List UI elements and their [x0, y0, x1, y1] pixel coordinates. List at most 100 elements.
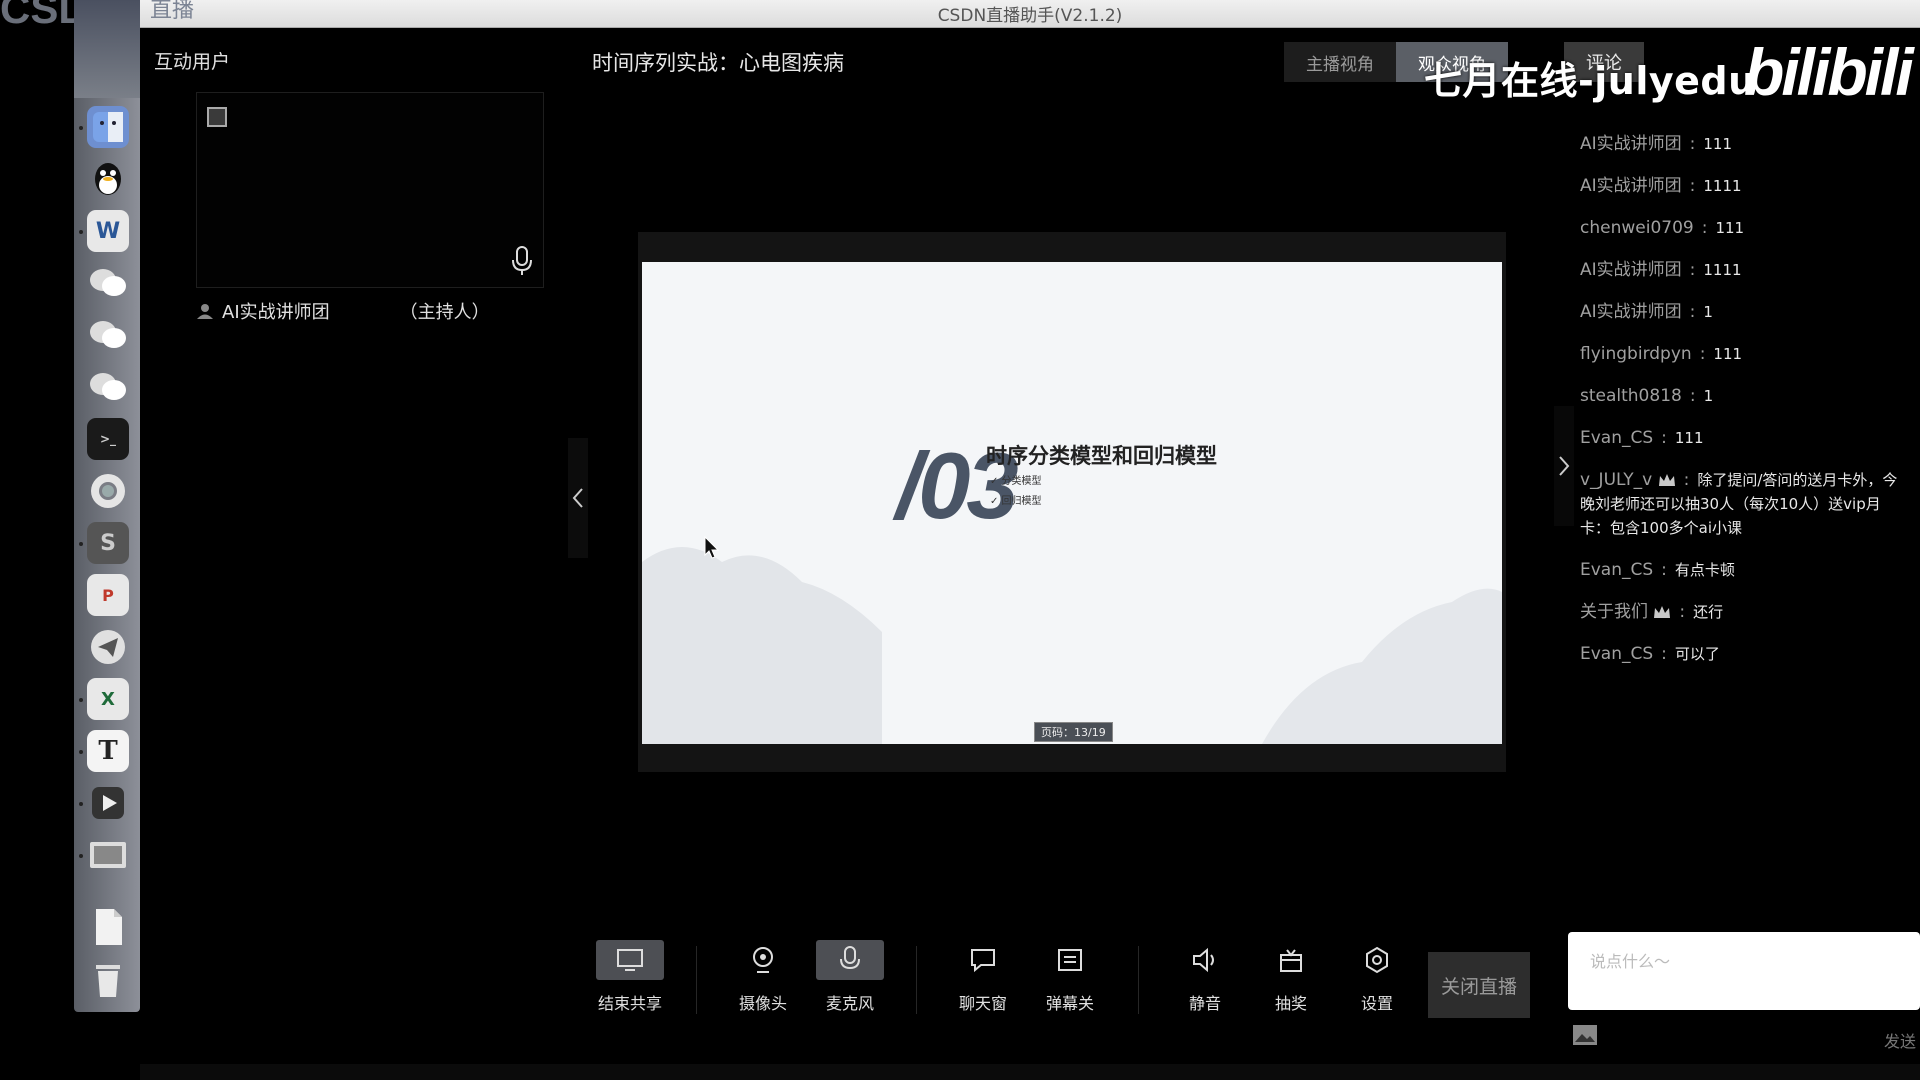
slide-heading: 时序分类模型和回归模型: [986, 444, 1217, 468]
wechat-icon-3[interactable]: [87, 366, 129, 408]
danmaku-icon: [1036, 940, 1104, 980]
host-user-name: AI实战讲师团: [222, 302, 330, 323]
dock-running-dot: [79, 698, 83, 702]
watermark-text: 七月在线-julyedu: [1424, 59, 1756, 103]
chat-text: 1: [1703, 303, 1713, 321]
sublime-icon[interactable]: S: [87, 522, 129, 564]
tab-host-view[interactable]: 主播视角: [1284, 42, 1396, 82]
chat-message: Evan_CS:111: [1580, 428, 1704, 448]
microphone-label: 麦克风: [825, 994, 874, 1013]
toolbar-divider: [1138, 946, 1139, 1014]
chat-username: chenwei0709: [1580, 218, 1694, 238]
end-share-label: 结束共享: [597, 994, 662, 1013]
qq-icon[interactable]: [87, 158, 129, 200]
chat-username: flyingbirdpyn: [1580, 344, 1692, 364]
interactive-users-heading: 互动用户: [154, 51, 231, 73]
danmaku-toggle-button[interactable]: 弹幕关: [1030, 940, 1110, 1014]
app-dock: W >_ S P X T: [74, 0, 140, 1012]
chat-text: 1: [1703, 387, 1714, 405]
host-video-box: [196, 92, 544, 288]
slide-page-indicator: 页码：13/19: [1034, 722, 1113, 742]
video-checkbox[interactable]: [207, 107, 227, 127]
danmaku-label: 弹幕关: [1045, 994, 1094, 1013]
chat-message: Evan_CS: 可以了: [1580, 644, 1720, 664]
screen-share-icon: [596, 940, 664, 980]
chat-message: 关于我们 : 还行: [1580, 602, 1724, 622]
chat-message: AI实战讲师团:1111: [1580, 260, 1742, 280]
chat-username: v_JULY_v: [1580, 470, 1653, 490]
microphone-button[interactable]: 麦克风: [810, 940, 890, 1014]
host-user-role: （主持人）: [399, 302, 490, 323]
image-upload-icon[interactable]: [1572, 1024, 1598, 1046]
chat-message: stealth0818:1: [1580, 386, 1714, 406]
host-user-row: AI实战讲师团 （主持人）: [196, 298, 544, 324]
chat-message: AI实战讲师团:1111: [1580, 176, 1742, 196]
end-share-button[interactable]: 结束共享: [590, 940, 670, 1014]
chat-text: 111: [1715, 219, 1745, 237]
status-strip: [140, 1064, 1920, 1080]
window-titlebar[interactable]: CSDN直播助手(V2.1.2): [140, 0, 1920, 28]
chat-text: 有点卡顿: [1674, 561, 1735, 579]
crown-icon: [1654, 606, 1671, 618]
chat-message: Evan_CS: 有点卡顿: [1580, 560, 1735, 580]
microphone-toolbar-icon: [816, 940, 884, 980]
dock-running-dot: [79, 230, 83, 234]
mute-label: 静音: [1188, 994, 1221, 1013]
send-button[interactable]: 发送: [1884, 1028, 1916, 1052]
window-title: CSDN直播助手(V2.1.2): [937, 6, 1123, 26]
settings-label: 设置: [1360, 994, 1393, 1013]
telegram-icon[interactable]: [87, 626, 129, 668]
chevron-right-icon: [1559, 456, 1570, 476]
corner-fragment: 直播: [150, 0, 195, 23]
chat-username: AI实战讲师团: [1580, 260, 1682, 280]
trash-icon[interactable]: [87, 958, 129, 1000]
chat-username: AI实战讲师团: [1580, 134, 1682, 154]
slide-bullet: ✓ 回归模型: [990, 496, 1042, 507]
chat-message: v_JULY_v : 除了提问/答问的送月卡外，今晚刘老师还可以抽30人（每次10…: [1580, 470, 1898, 537]
chat-window-button[interactable]: 聊天窗: [943, 940, 1023, 1014]
bilibili-logo: bilibili: [1744, 35, 1914, 109]
word-icon[interactable]: W: [87, 210, 129, 252]
stream-title: 时间序列实战：心电图疾病: [592, 51, 844, 75]
chat-text: 还行: [1693, 603, 1724, 621]
chat-text: 可以了: [1674, 645, 1720, 663]
close-live-button[interactable]: 关闭直播: [1428, 952, 1530, 1018]
photos-icon[interactable]: [87, 834, 129, 876]
settings-button[interactable]: 设置: [1337, 940, 1417, 1014]
chat-text: 1111: [1703, 261, 1742, 279]
lottery-button[interactable]: 抽奖: [1251, 940, 1331, 1014]
chat-input[interactable]: 说点什么～: [1568, 932, 1920, 1010]
mouse-cursor-icon: [704, 536, 720, 559]
presentation-slide: /03 时序分类模型和回归模型 ✓ 分类模型 ✓ 回归模型 页码：13/19: [642, 262, 1502, 744]
toolbar-divider: [916, 946, 917, 1014]
document-icon[interactable]: [87, 906, 129, 948]
typora-icon[interactable]: T: [87, 730, 129, 772]
excel-icon[interactable]: X: [87, 678, 129, 720]
video-player-icon[interactable]: [87, 782, 129, 824]
prev-slide-button[interactable]: [568, 438, 588, 558]
gear-icon: [1343, 940, 1411, 980]
gift-icon: [1257, 940, 1325, 980]
camera-button[interactable]: 摄像头: [723, 940, 803, 1014]
speaker-icon: [1171, 940, 1239, 980]
finder-icon[interactable]: [87, 106, 129, 148]
chat-message: AI实战讲师团:111: [1580, 134, 1733, 154]
chat-message-list: AI实战讲师团:111 AI实战讲师团:1111 chenwei0709:111…: [1580, 132, 1910, 684]
terminal-icon[interactable]: >_: [87, 418, 129, 460]
chat-text: 111: [1713, 345, 1743, 363]
wechat-icon-2[interactable]: [87, 314, 129, 356]
next-slide-button[interactable]: [1554, 406, 1574, 526]
dock-running-dot: [79, 126, 83, 130]
camera-icon: [729, 940, 797, 980]
dock-running-dot: [79, 802, 83, 806]
slide-bullet: ✓ 分类模型: [990, 476, 1042, 487]
chrome-icon[interactable]: [87, 470, 129, 512]
dock-header: [74, 0, 140, 98]
chat-message: chenwei0709:111: [1580, 218, 1745, 238]
microphone-icon[interactable]: [511, 245, 533, 277]
mute-button[interactable]: 静音: [1165, 940, 1245, 1014]
slide-cloud-decoration: [642, 547, 1502, 744]
powerpoint-icon[interactable]: P: [87, 574, 129, 616]
dock-running-dot: [79, 750, 83, 754]
wechat-icon[interactable]: [87, 262, 129, 304]
